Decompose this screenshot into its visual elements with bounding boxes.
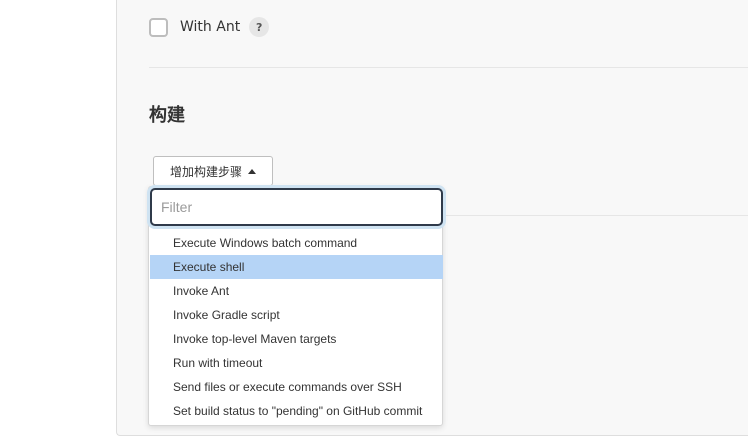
menu-item-set-github-status[interactable]: Set build status to "pending" on GitHub … xyxy=(150,399,443,423)
menu-item-execute-windows-batch[interactable]: Execute Windows batch command xyxy=(150,231,443,255)
section-divider-lower xyxy=(443,215,748,216)
menu-item-send-files-ssh[interactable]: Send files or execute commands over SSH xyxy=(150,375,443,399)
menu-item-invoke-maven[interactable]: Invoke top-level Maven targets xyxy=(150,327,443,351)
menu-item-run-with-timeout[interactable]: Run with timeout xyxy=(150,351,443,375)
filter-input[interactable] xyxy=(152,190,441,224)
with-ant-label: With Ant xyxy=(180,19,241,35)
menu-item-invoke-ant[interactable]: Invoke Ant xyxy=(150,279,443,303)
menu-item-execute-shell[interactable]: Execute shell xyxy=(150,255,443,279)
build-section-title: 构建 xyxy=(149,105,185,126)
with-ant-checkbox[interactable] xyxy=(149,17,168,37)
menu-item-invoke-gradle[interactable]: Invoke Gradle script xyxy=(150,303,443,327)
add-build-step-button[interactable]: 增加构建步骤 xyxy=(153,156,273,186)
filter-field xyxy=(150,188,443,226)
with-ant-option: With Ant ? xyxy=(149,16,270,38)
help-icon[interactable]: ? xyxy=(249,17,270,37)
caret-up-icon xyxy=(248,168,256,174)
add-build-step-label: 增加构建步骤 xyxy=(169,164,242,179)
build-step-dropdown: Execute Windows batch command Execute sh… xyxy=(148,186,443,426)
section-divider xyxy=(149,67,748,68)
build-step-list: Execute Windows batch command Execute sh… xyxy=(150,231,443,423)
